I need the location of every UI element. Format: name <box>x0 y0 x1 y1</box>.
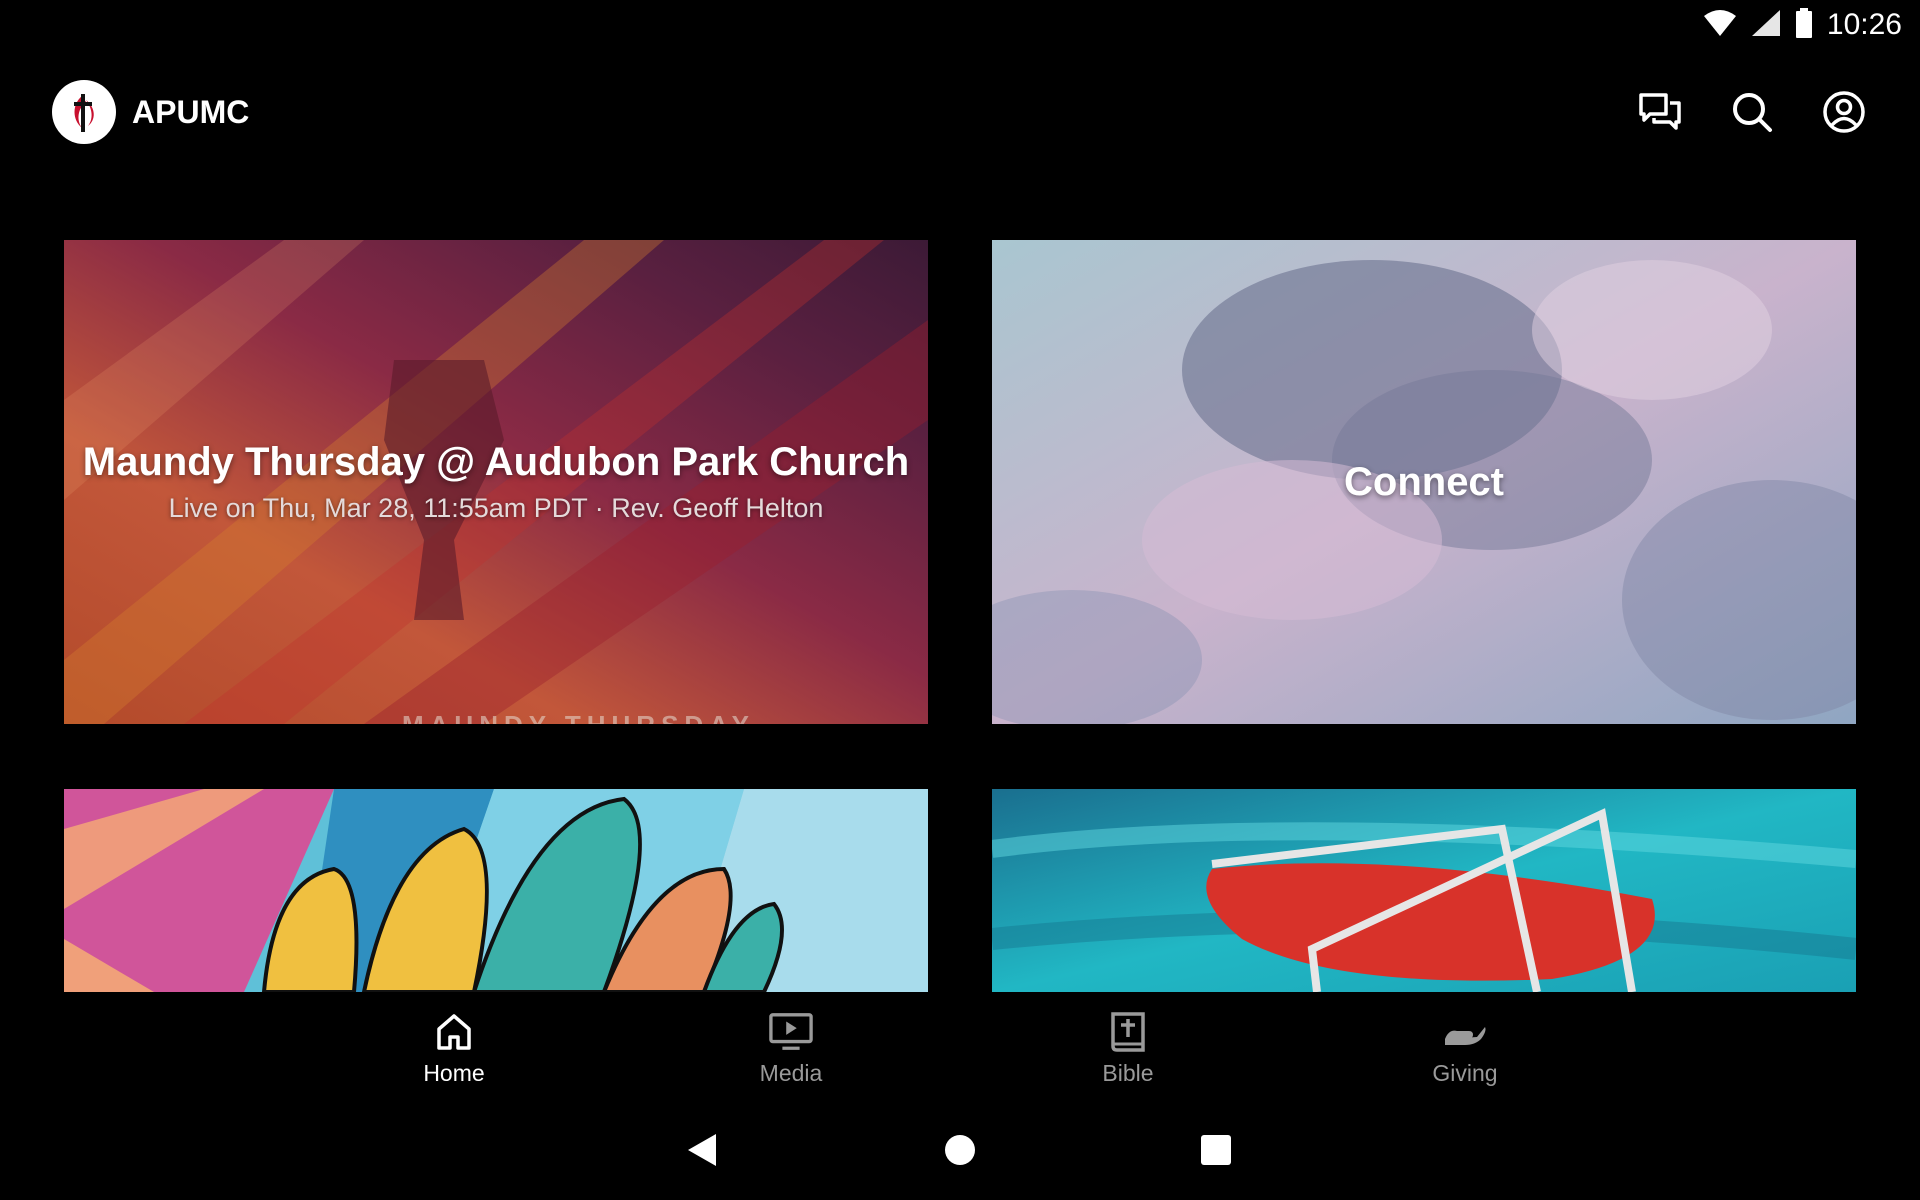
nav-item-home[interactable]: Home <box>354 1010 554 1096</box>
nav-item-bible[interactable]: Bible <box>1028 1010 1228 1096</box>
back-button[interactable] <box>680 1128 724 1172</box>
card-connect[interactable]: Connect <box>992 240 1856 724</box>
cross-flame-icon <box>74 94 94 132</box>
bottom-navigation: Home Media Bible Giving <box>0 992 1920 1100</box>
chat-button[interactable] <box>1636 88 1684 136</box>
search-button[interactable] <box>1728 88 1776 136</box>
home-icon <box>432 1010 476 1054</box>
nav-label: Media <box>759 1060 823 1086</box>
card-text: Maundy Thursday @ Audubon Park Church Li… <box>64 240 928 724</box>
media-icon <box>769 1010 813 1054</box>
app-bar-actions <box>1636 88 1868 136</box>
status-time: 10:26 <box>1826 8 1902 41</box>
card-background-art <box>992 789 1856 992</box>
chat-icon <box>1639 93 1681 130</box>
account-button[interactable] <box>1820 88 1868 136</box>
status-icons: 10:26 <box>1703 6 1902 44</box>
recents-button[interactable] <box>1194 1128 1238 1172</box>
card-text: Connect <box>992 240 1856 724</box>
status-bar: 10:26 <box>0 0 1920 50</box>
app-screen: 10:26 APUMC Maundy Thursday @ Audubon Pa… <box>0 0 1920 1200</box>
wifi-icon <box>1703 9 1737 42</box>
back-icon <box>688 1134 716 1166</box>
card-teal-abstract[interactable] <box>992 789 1856 992</box>
account-icon <box>1823 91 1865 133</box>
card-title: Maundy Thursday @ Audubon Park Church <box>82 440 910 484</box>
system-navigation-bar <box>0 1100 1920 1200</box>
card-title: Connect <box>1344 459 1504 504</box>
search-icon <box>1733 93 1772 132</box>
giving-icon <box>1443 1010 1487 1054</box>
nav-label: Bible <box>1102 1060 1154 1086</box>
app-bar: APUMC <box>0 70 1920 154</box>
card-background-art <box>64 789 928 992</box>
nav-label: Giving <box>1432 1060 1498 1086</box>
home-circle-icon <box>945 1135 975 1165</box>
recents-icon <box>1201 1135 1231 1165</box>
nav-item-giving[interactable]: Giving <box>1365 1010 1565 1096</box>
home-circle-button[interactable] <box>938 1128 982 1172</box>
card-subtitle: Live on Thu, Mar 28, 11:55am PDT · Rev. … <box>168 493 824 523</box>
nav-label: Home <box>423 1060 485 1086</box>
card-maundy-thursday[interactable]: MAUNDY THURSDAY Maundy Thursday @ Audubo… <box>64 240 928 724</box>
church-logo[interactable] <box>52 80 116 144</box>
card-mural-hands[interactable] <box>64 789 928 992</box>
cell-signal-icon <box>1751 9 1781 42</box>
app-title: APUMC <box>132 94 250 130</box>
battery-icon <box>1795 7 1813 43</box>
bible-icon <box>1106 1010 1150 1054</box>
nav-item-media[interactable]: Media <box>691 1010 891 1096</box>
